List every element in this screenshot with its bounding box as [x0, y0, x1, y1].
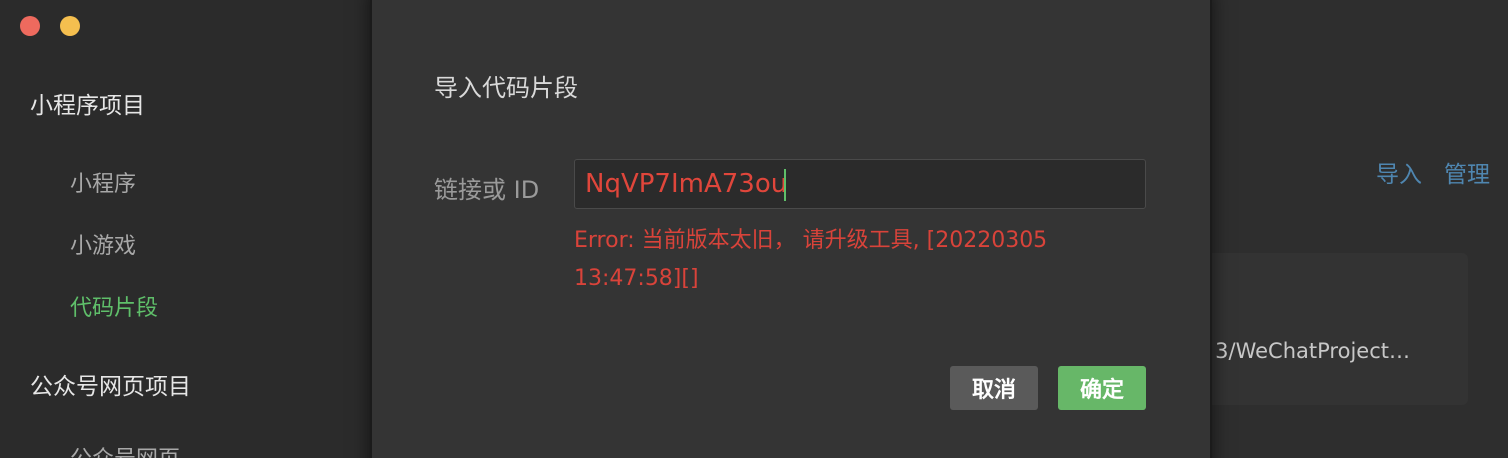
manage-link[interactable]: 管理 [1444, 155, 1490, 189]
sidebar-item-minigame[interactable]: 小游戏 [70, 228, 136, 260]
sidebar-item-code-snippet[interactable]: 代码片段 [70, 290, 158, 322]
cancel-button[interactable]: 取消 [950, 366, 1038, 410]
link-or-id-label: 链接或 ID [434, 176, 540, 204]
section-title-official-account-projects: 公众号网页项目 [30, 374, 191, 400]
error-message-line-2: 13:47:58][] [574, 266, 699, 291]
link-or-id-input[interactable] [574, 159, 1146, 209]
window-controls [20, 16, 80, 36]
close-window-button[interactable] [20, 16, 40, 36]
sidebar-item-miniprogram[interactable]: 小程序 [70, 166, 136, 198]
app-window: 小程序项目 小程序 小游戏 代码片段 公众号网页项目 公众号网页 导入 管理 3… [0, 0, 1508, 458]
project-card[interactable]: 3/WeChatProject… [1178, 253, 1468, 405]
section-title-miniprogram-projects: 小程序项目 [30, 93, 145, 119]
sidebar: 小程序项目 小程序 小游戏 代码片段 公众号网页项目 公众号网页 [0, 0, 370, 458]
dialog-title: 导入代码片段 [434, 74, 578, 102]
error-message: Error: 当前版本太旧， 请升级工具, [20220305 13:47:58… [574, 222, 1094, 298]
main-content: 导入 管理 3/WeChatProject… [1178, 0, 1508, 458]
text-caret [784, 169, 786, 201]
sidebar-item-official-account-web[interactable]: 公众号网页 [70, 441, 180, 458]
import-link[interactable]: 导入 [1376, 155, 1422, 189]
error-message-line-1: Error: 当前版本太旧， 请升级工具, [20220305 [574, 228, 1048, 253]
content-actions: 导入 管理 [1376, 155, 1490, 189]
minimize-window-button[interactable] [60, 16, 80, 36]
import-snippet-dialog: 导入代码片段 链接或 ID Error: 当前版本太旧， 请升级工具, [202… [370, 0, 1212, 458]
project-path: 3/WeChatProject… [1215, 339, 1410, 363]
confirm-button[interactable]: 确定 [1058, 366, 1146, 410]
